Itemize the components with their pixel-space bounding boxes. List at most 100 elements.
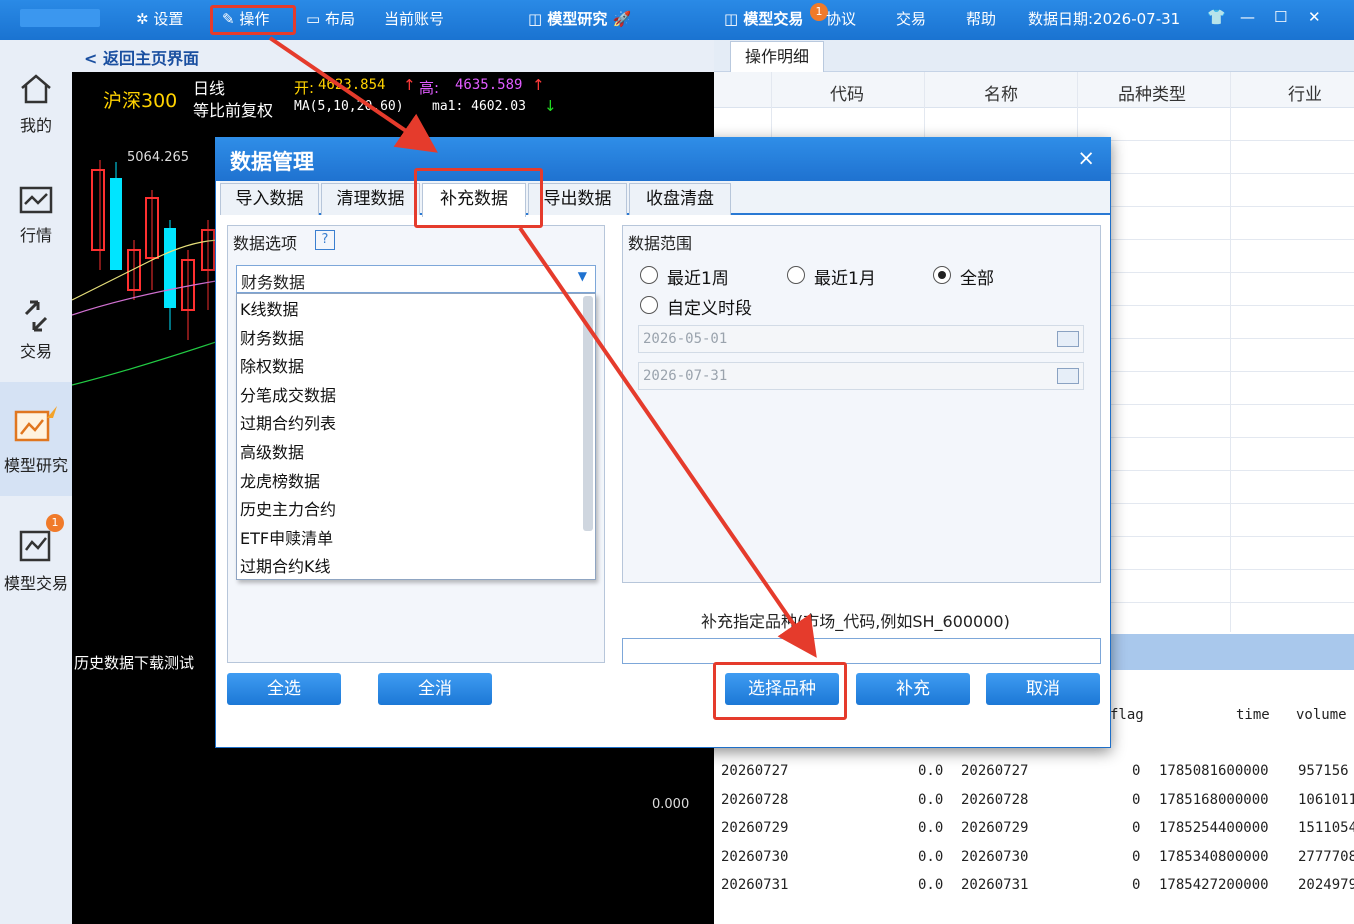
chart-icon: [19, 186, 53, 214]
candle: [110, 178, 122, 270]
dialog-title-bar[interactable]: 数据管理 ×: [215, 137, 1111, 181]
radio-last-month[interactable]: [787, 266, 805, 284]
column-header-code[interactable]: 代码: [830, 80, 864, 105]
option-item[interactable]: 龙虎榜数据: [240, 468, 320, 492]
option-item[interactable]: 过期合约列表: [240, 410, 336, 434]
log-cell: 1785427200000: [1159, 877, 1269, 893]
deselect-all-button[interactable]: 全消: [378, 673, 492, 705]
maximize-icon[interactable]: ☐: [1274, 8, 1287, 26]
sidebar-item-model-research[interactable]: 模型研究: [0, 382, 72, 496]
option-item[interactable]: 财务数据: [240, 325, 304, 349]
spec-symbol-input[interactable]: [622, 638, 1101, 664]
operate-highlight-box: [210, 5, 296, 35]
chevron-down-icon: ▼: [577, 269, 587, 283]
supplement-tab-highlight-box: [414, 168, 543, 228]
tab-clean-data[interactable]: 清理数据: [321, 183, 420, 215]
select-all-button[interactable]: 全选: [227, 673, 341, 705]
log-cell: 20260727: [961, 763, 1029, 779]
sidebar-item-mine[interactable]: 我的: [0, 50, 72, 164]
radio-custom-period[interactable]: [640, 296, 658, 314]
model-research-menu[interactable]: ◫ 模型研究 🚀: [528, 8, 631, 29]
tab-operation-detail[interactable]: 操作明细: [730, 41, 824, 72]
model-trade-badge: 1: [46, 514, 64, 532]
open-value: 4623.854: [318, 77, 386, 93]
log-cell: 1785254400000: [1159, 820, 1269, 836]
radio-last-week[interactable]: [640, 266, 658, 284]
sidebar-item-model-trade[interactable]: 模型交易 1: [0, 506, 72, 620]
selected-option: 财务数据: [241, 273, 306, 292]
data-options-title: 数据选项: [233, 234, 298, 253]
option-item[interactable]: ETF申赎清单: [240, 525, 333, 549]
option-item[interactable]: 历史主力合约: [240, 496, 336, 520]
help-icon[interactable]: ?: [315, 230, 335, 250]
tab-import-data[interactable]: 导入数据: [220, 183, 319, 215]
candlestick-plot: [72, 160, 222, 386]
close-window-icon[interactable]: ✕: [1308, 8, 1321, 26]
calendar-icon[interactable]: [1057, 331, 1079, 347]
sidebar: 我的 行情 交易 模型研究 模型交易 1: [0, 40, 72, 924]
minimize-icon[interactable]: —: [1240, 8, 1255, 26]
sidebar-item-trade[interactable]: 交易: [0, 278, 72, 392]
log-cell: 20260728: [961, 791, 1029, 808]
log-cell: 1061011: [1298, 791, 1354, 808]
column-header-type[interactable]: 品种类型: [1118, 80, 1186, 105]
log-cell: 20260730: [961, 848, 1029, 865]
data-option-select[interactable]: 财务数据 ▼: [236, 265, 596, 293]
account-menu[interactable]: 当前账号: [384, 8, 444, 29]
log-cell: 1785340800000: [1159, 848, 1269, 865]
log-cell: 0: [1132, 791, 1141, 808]
sidebar-item-market[interactable]: 行情: [0, 164, 72, 278]
ma-label: MA(5,10,20,60): [294, 99, 404, 114]
log-cell: 0: [1132, 820, 1141, 836]
close-icon[interactable]: ×: [1077, 146, 1095, 170]
end-date-input[interactable]: 2026-07-31: [638, 362, 1084, 390]
radio-label-last-month: 最近1月: [814, 269, 876, 289]
log-cell: 0: [1132, 877, 1141, 893]
trade-menu[interactable]: 交易: [896, 8, 926, 29]
candle: [164, 228, 176, 308]
log-cell: 20260727: [721, 763, 789, 779]
log-cell: 0: [1132, 848, 1141, 865]
data-date: 数据日期:2026-07-31: [1028, 10, 1181, 28]
radio-label-custom-period: 自定义时段: [667, 299, 752, 319]
spec-symbol-label: 补充指定品种(市场_代码,例如SH_600000): [701, 612, 1010, 631]
column-header-name[interactable]: 名称: [984, 80, 1018, 105]
dropdown-scrollbar[interactable]: [583, 296, 593, 531]
log-cell: 20260729: [961, 820, 1029, 836]
log-cell: 20260731: [961, 877, 1029, 893]
radio-label-all: 全部: [960, 269, 994, 289]
protocol-menu[interactable]: 协议: [826, 8, 856, 29]
choose-symbol-highlight-box: [713, 662, 847, 720]
cancel-button[interactable]: 取消: [986, 673, 1100, 705]
option-item[interactable]: 过期合约K线: [240, 553, 331, 577]
option-item[interactable]: 高级数据: [240, 439, 304, 463]
back-to-home-link[interactable]: < 返回主页界面: [84, 45, 199, 69]
model-research-icon: [14, 406, 57, 442]
log-cell: 0.0: [918, 820, 944, 836]
option-item[interactable]: 除权数据: [240, 353, 304, 377]
option-item[interactable]: K线数据: [240, 296, 299, 320]
log-cell: 20260730: [721, 848, 789, 865]
log-cell: 0.0: [918, 763, 944, 779]
calendar-icon[interactable]: [1057, 368, 1079, 384]
skin-icon[interactable]: 👕: [1207, 8, 1226, 26]
model-trade-menu[interactable]: ◫ 模型交易: [724, 8, 803, 29]
start-date-input[interactable]: 2026-05-01: [638, 325, 1084, 353]
rocket-icon: 🚀: [612, 10, 632, 28]
help-menu[interactable]: 帮助: [966, 8, 996, 29]
settings-menu[interactable]: ✲ 设置: [136, 8, 183, 29]
layout-menu[interactable]: ▭ 布局: [306, 8, 355, 29]
period-label: 日线: [193, 79, 226, 98]
adjust-label: 等比前复权: [193, 101, 274, 120]
high-value: 4635.589: [455, 77, 523, 93]
log-cell: 0.0: [918, 877, 944, 893]
high-label: 高:: [419, 79, 440, 97]
supplement-button[interactable]: 补充: [856, 673, 970, 705]
tab-closing-settlement[interactable]: 收盘清盘: [629, 183, 731, 215]
chart-icon: ◫: [724, 10, 739, 28]
option-item[interactable]: 分笔成交数据: [240, 382, 336, 406]
log-cell: 0.0: [918, 848, 944, 865]
radio-all[interactable]: [933, 266, 951, 284]
log-header-time: time: [1236, 707, 1270, 723]
column-header-industry[interactable]: 行业: [1288, 80, 1322, 105]
